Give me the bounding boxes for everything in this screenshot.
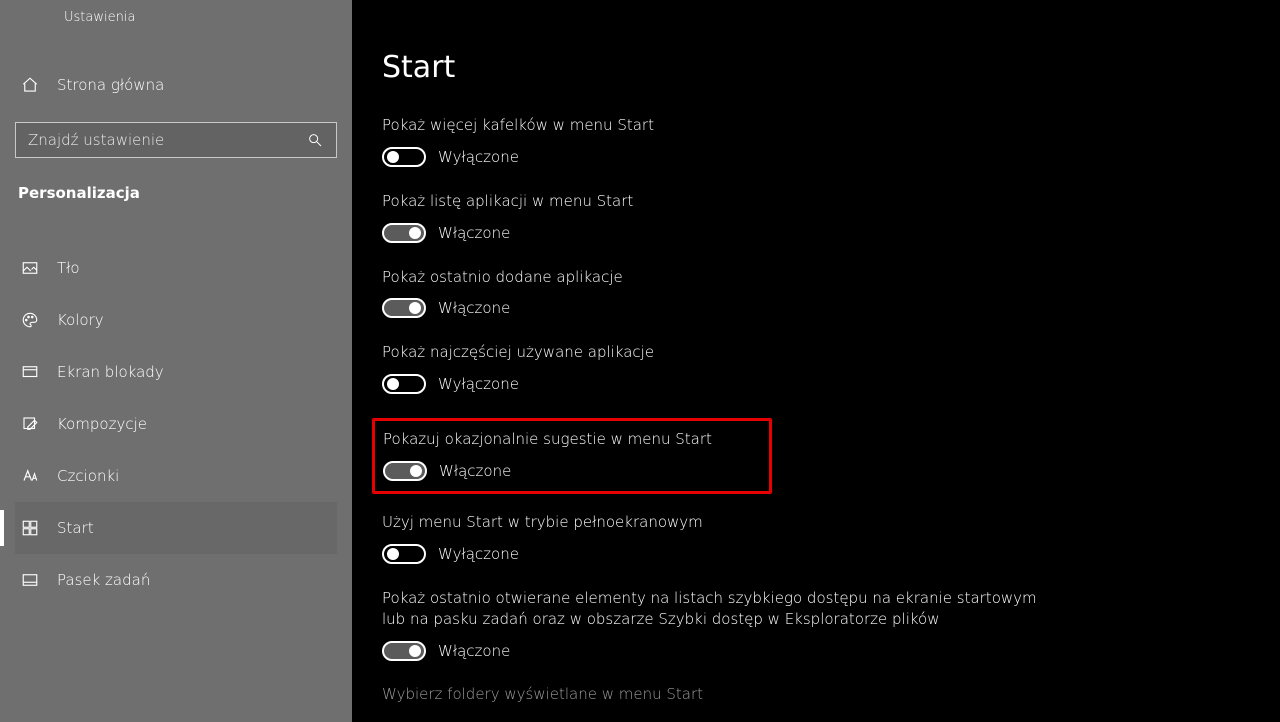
search-input[interactable]: Znajdź ustawienie (15, 122, 337, 158)
fonts-icon (21, 467, 39, 485)
toggle-state-label: Włączone (438, 224, 510, 242)
sidebar-item-background[interactable]: Tło (15, 242, 337, 294)
sidebar-item-start[interactable]: Start (15, 502, 337, 554)
setting-item: Pokaż ostatnio dodane aplikacje Włączone (382, 267, 1280, 319)
sidebar-category: Personalizacja (15, 158, 337, 214)
toggle-switch[interactable] (382, 544, 426, 564)
setting-item: Pokaż najczęściej używane aplikacje Wyłąc… (382, 342, 1280, 394)
themes-icon (21, 415, 39, 433)
toggle-knob (409, 645, 421, 657)
toggle-state-label: Wyłączone (438, 148, 519, 166)
search-placeholder: Znajdź ustawienie (28, 131, 164, 149)
toggle-knob (387, 378, 399, 390)
toggle-row: Wyłączone (382, 374, 1280, 394)
toggle-row: Włączone (382, 641, 1280, 661)
choose-folders-link[interactable]: Wybierz foldery wyświetlane w menu Start (382, 685, 1280, 703)
toggle-switch[interactable] (382, 641, 426, 661)
toggle-knob (410, 465, 422, 477)
toggle-state-label: Wyłączone (438, 375, 519, 393)
toggle-state-label: Włączone (438, 642, 510, 660)
sidebar-item-label: Start (57, 519, 94, 537)
nav-home-label: Strona główna (57, 76, 164, 94)
settings-sidebar: Ustawienia Strona główna Znajdź ustawien… (0, 0, 352, 722)
setting-item: Użyj menu Start w trybie pełnoekranowym W… (382, 512, 1280, 564)
setting-item: Pokaż listę aplikacji w menu Start Włączo… (382, 191, 1280, 243)
sidebar-item-label: Ekran blokady (57, 363, 164, 381)
sidebar-item-fonts[interactable]: Czcionki (15, 450, 337, 502)
sidebar-nav: Tło Kolory Ekran blokady Kompozycje (15, 242, 337, 606)
toggle-knob (387, 151, 399, 163)
toggle-state-label: Włączone (438, 299, 510, 317)
toggle-state-label: Wyłączone (438, 545, 519, 563)
setting-label: Pokaż więcej kafelków w menu Start (382, 115, 1042, 137)
setting-item: Pokazuj okazjonalnie sugestie w menu Sta… (372, 418, 772, 494)
sidebar-item-label: Tło (57, 259, 80, 277)
toggle-knob (409, 227, 421, 239)
toggle-switch[interactable] (383, 461, 427, 481)
toggle-switch[interactable] (382, 223, 426, 243)
sidebar-item-colors[interactable]: Kolory (15, 294, 337, 346)
sidebar-item-label: Kolory (57, 311, 104, 329)
sidebar-item-taskbar[interactable]: Pasek zadań (15, 554, 337, 606)
sidebar-item-themes[interactable]: Kompozycje (15, 398, 337, 450)
setting-label: Użyj menu Start w trybie pełnoekranowym (382, 512, 1042, 534)
sidebar-item-label: Czcionki (57, 467, 119, 485)
home-icon (21, 76, 39, 94)
toggle-row: Włączone (383, 461, 755, 481)
toggle-knob (409, 302, 421, 314)
start-icon (21, 519, 39, 537)
page-title: Start (382, 50, 1280, 85)
toggle-switch[interactable] (382, 147, 426, 167)
picture-icon (21, 259, 39, 277)
settings-main: Start Pokaż więcej kafelków w menu Start… (352, 0, 1280, 722)
toggle-row: Wyłączone (382, 544, 1280, 564)
sidebar-item-lockscreen[interactable]: Ekran blokady (15, 346, 337, 398)
toggle-switch[interactable] (382, 298, 426, 318)
setting-item: Pokaż więcej kafelków w menu Start Wyłącz… (382, 115, 1280, 167)
lockscreen-icon (21, 363, 39, 381)
setting-label: Pokaż ostatnio dodane aplikacje (382, 267, 1042, 289)
toggle-row: Włączone (382, 298, 1280, 318)
setting-label: Pokaż najczęściej używane aplikacje (382, 342, 1042, 364)
toggle-row: Włączone (382, 223, 1280, 243)
taskbar-icon (21, 571, 39, 589)
sidebar-item-label: Pasek zadań (57, 571, 150, 589)
palette-icon (21, 311, 39, 329)
nav-home[interactable]: Strona główna (15, 66, 337, 104)
setting-label: Pokazuj okazjonalnie sugestie w menu Sta… (383, 429, 755, 451)
window-title: Ustawienia (64, 10, 135, 25)
toggle-knob (387, 548, 399, 560)
setting-label: Pokaż ostatnio otwierane elementy na lis… (382, 588, 1042, 632)
toggle-switch[interactable] (382, 374, 426, 394)
window-titlebar: Ustawienia (0, 0, 352, 34)
search-icon (306, 131, 324, 149)
sidebar-item-label: Kompozycje (57, 415, 147, 433)
toggle-row: Wyłączone (382, 147, 1280, 167)
setting-label: Pokaż listę aplikacji w menu Start (382, 191, 1042, 213)
setting-item: Pokaż ostatnio otwierane elementy na lis… (382, 588, 1280, 662)
toggle-state-label: Włączone (439, 462, 511, 480)
